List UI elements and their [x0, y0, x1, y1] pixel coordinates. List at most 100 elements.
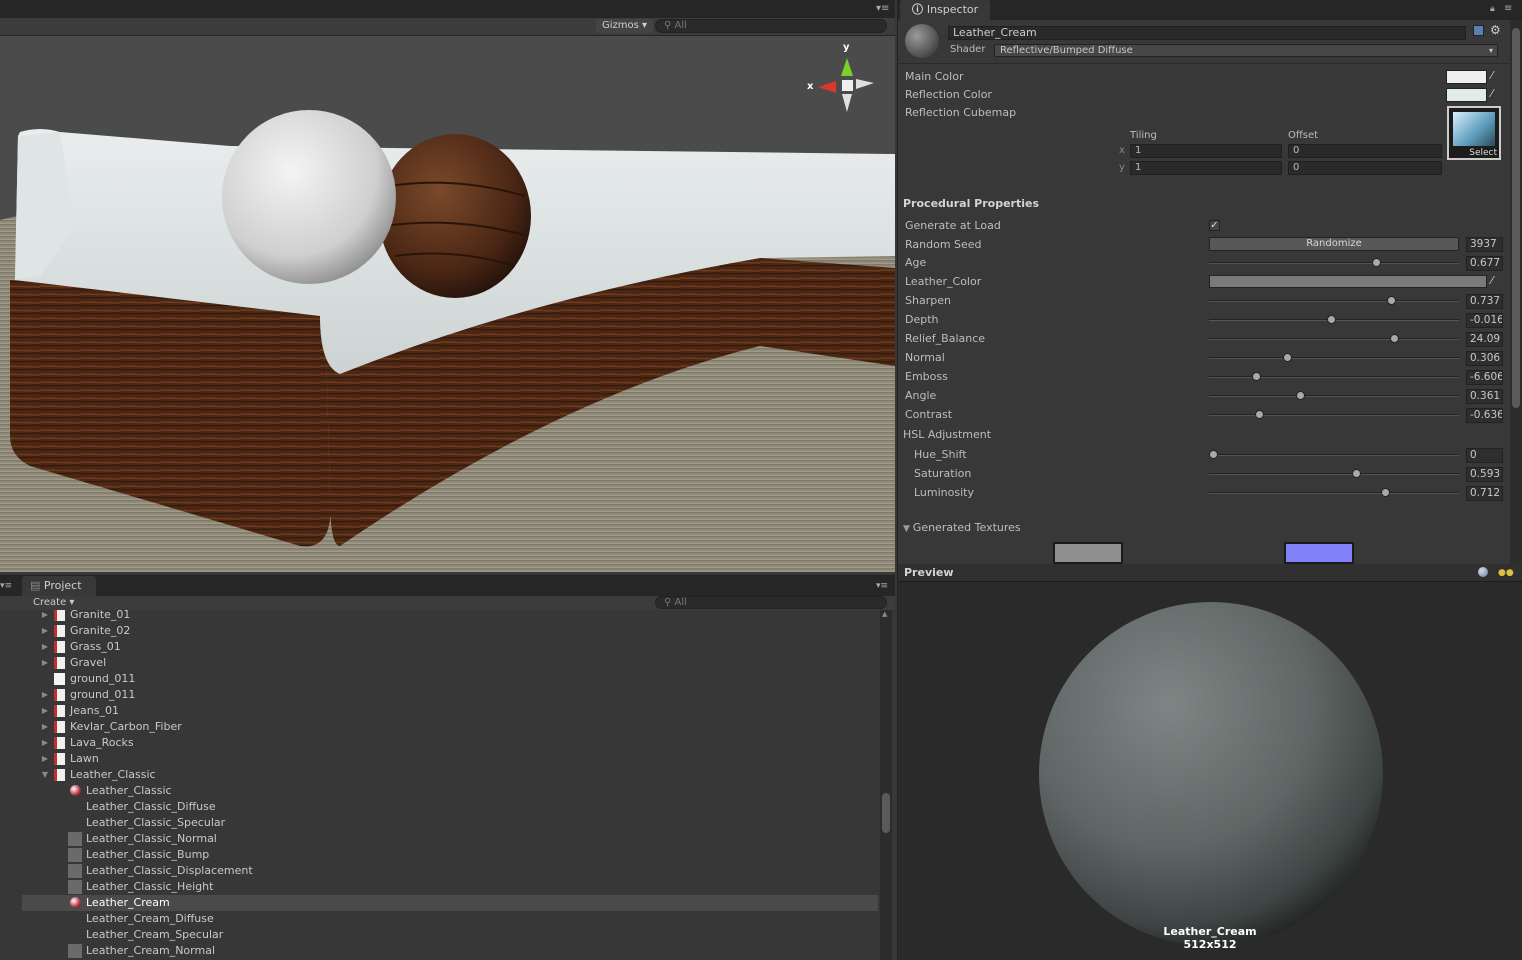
hsl-slider-thumb[interactable] [1209, 450, 1218, 459]
leather-color-swatch[interactable] [1209, 275, 1487, 288]
light-icon[interactable]: ●● [1498, 568, 1514, 578]
inspector-scrollbar[interactable] [1510, 20, 1522, 564]
cubemap-slot[interactable]: Select [1447, 106, 1501, 160]
hsl-value-field[interactable]: 0.712 [1466, 486, 1503, 501]
hsl-slider-track[interactable] [1209, 454, 1459, 456]
procedural-slider-thumb[interactable] [1372, 258, 1382, 267]
procedural-slider-thumb[interactable] [1386, 296, 1396, 305]
list-item[interactable]: ▶ Lawn [22, 751, 878, 767]
hsl-value-field[interactable]: 0.593 [1466, 467, 1503, 482]
procedural-slider-thumb[interactable] [1254, 410, 1264, 419]
tab-inspector[interactable]: ⓘ Inspector [900, 0, 991, 20]
scrollbar-thumb[interactable] [1512, 28, 1520, 408]
shader-dropdown[interactable]: Reflective/Bumped Diffuse ▾ [994, 44, 1498, 57]
sphere-icon[interactable] [1478, 567, 1488, 577]
help-icon[interactable] [1473, 25, 1484, 36]
hsl-slider-track[interactable] [1209, 473, 1459, 475]
panel-menu-icon[interactable]: ▾≡ [876, 581, 888, 591]
offset-y-field[interactable]: 0 [1288, 161, 1442, 175]
hsl-slider-thumb[interactable] [1351, 469, 1361, 478]
expand-arrow-icon[interactable]: ▶ [40, 639, 50, 655]
expand-arrow-icon[interactable]: ▶ [40, 687, 50, 703]
list-item[interactable]: ▶ Grass_01 [22, 639, 878, 655]
panel-menu-icon[interactable]: ▾≡ [0, 581, 12, 591]
offset-x-field[interactable]: 0 [1288, 144, 1442, 158]
eyedropper-icon[interactable]: ⁄ [1491, 274, 1493, 287]
procedural-slider-thumb[interactable] [1327, 315, 1337, 324]
project-search-input[interactable]: ⚲ All [655, 596, 887, 609]
generated-normal-thumbnail[interactable] [1284, 542, 1354, 564]
expand-arrow-icon[interactable]: ▶ [40, 610, 50, 623]
procedural-slider-track[interactable] [1209, 300, 1459, 302]
procedural-slider-track[interactable] [1209, 414, 1459, 416]
tab-project[interactable]: ▤ Project [22, 576, 96, 596]
list-item[interactable]: Leather_Classic_Displacement [22, 863, 878, 879]
preview-sphere[interactable] [898, 582, 1522, 960]
create-button[interactable]: Create ▾ [33, 597, 74, 608]
procedural-slider-thumb[interactable] [1282, 353, 1292, 362]
list-item[interactable]: Leather_Cream [22, 895, 878, 911]
list-item[interactable]: Leather_Classic_Diffuse [22, 799, 878, 815]
material-name-field[interactable]: Leather_Cream [948, 26, 1466, 40]
list-item[interactable]: ▶ Granite_02 [22, 623, 878, 639]
hsl-slider-thumb[interactable] [1380, 488, 1390, 497]
procedural-value-field[interactable]: -0.636 [1466, 408, 1503, 423]
panel-menu-icon[interactable]: ▾≡ [876, 3, 889, 14]
scene-viewport[interactable] [0, 36, 895, 572]
lock-icon[interactable]: 🔒︎ [1490, 4, 1495, 14]
list-item[interactable]: ▶ Kevlar_Carbon_Fiber [22, 719, 878, 735]
procedural-slider-thumb[interactable] [1296, 391, 1305, 400]
procedural-slider-track[interactable] [1209, 357, 1459, 359]
expand-arrow-icon[interactable]: ▶ [40, 735, 50, 751]
list-item[interactable]: ▶ Granite_01 [22, 610, 878, 623]
eyedropper-icon[interactable]: ⁄ [1491, 87, 1493, 100]
randomize-button[interactable]: Randomize [1209, 237, 1459, 251]
expand-arrow-icon[interactable]: ▶ [40, 655, 50, 671]
generated-diffuse-thumbnail[interactable] [1053, 542, 1123, 564]
list-item[interactable]: Leather_Cream_Specular [22, 927, 878, 943]
select-button[interactable]: Select [1469, 148, 1497, 158]
list-item[interactable]: ▼ Leather_Classic [22, 767, 878, 783]
procedural-value-field[interactable]: 0.361 [1466, 389, 1503, 404]
procedural-value-field[interactable]: 0.737 [1466, 294, 1503, 309]
list-item[interactable]: ▶ Lava_Rocks [22, 735, 878, 751]
procedural-slider-track[interactable] [1209, 338, 1459, 340]
eyedropper-icon[interactable]: ⁄ [1491, 69, 1493, 82]
expand-arrow-icon[interactable]: ▼ [40, 767, 50, 783]
reflection-color-swatch[interactable] [1446, 88, 1487, 102]
list-item[interactable]: Leather_Cream_Diffuse [22, 911, 878, 927]
list-item[interactable]: Leather_Classic [22, 783, 878, 799]
expand-arrow-icon[interactable]: ▶ [40, 719, 50, 735]
tiling-y-field[interactable]: 1 [1130, 161, 1282, 175]
procedural-slider-track[interactable] [1209, 395, 1459, 397]
list-item[interactable]: Leather_Classic_Bump [22, 847, 878, 863]
generate-at-load-checkbox[interactable]: ✓ [1209, 220, 1220, 231]
expand-arrow-icon[interactable]: ▶ [40, 751, 50, 767]
expand-arrow-icon[interactable]: ▶ [40, 703, 50, 719]
procedural-value-field[interactable]: -0.016 [1466, 313, 1503, 328]
procedural-value-field[interactable]: 0.306 [1466, 351, 1503, 366]
gizmos-button[interactable]: Gizmos ▾ [596, 19, 654, 33]
expand-arrow-icon[interactable]: ▶ [40, 623, 50, 639]
main-color-swatch[interactable] [1446, 70, 1487, 84]
project-scrollbar[interactable]: ▲ [880, 610, 892, 960]
random-seed-field[interactable]: 3937 [1466, 237, 1503, 252]
hsl-value-field[interactable]: 0 [1466, 448, 1503, 463]
procedural-slider-track[interactable] [1209, 262, 1459, 264]
generated-textures-toggle[interactable]: ▼ Generated Textures [903, 520, 1021, 537]
list-item[interactable]: Leather_Classic_Normal [22, 831, 878, 847]
procedural-value-field[interactable]: 24.09 [1466, 332, 1503, 347]
hsl-slider-track[interactable] [1209, 492, 1459, 494]
list-item[interactable]: ground_011 [22, 671, 878, 687]
list-item[interactable]: Leather_Classic_Specular [22, 815, 878, 831]
scene-search-input[interactable]: ⚲ All [655, 19, 887, 33]
tiling-x-field[interactable]: 1 [1130, 144, 1282, 158]
procedural-value-field[interactable]: 0.677 [1466, 256, 1503, 271]
panel-menu-icon[interactable]: ≡ [1504, 3, 1512, 14]
procedural-slider-thumb[interactable] [1389, 334, 1399, 343]
list-item[interactable]: Leather_Cream_Normal [22, 943, 878, 959]
scroll-up-icon[interactable]: ▲ [882, 610, 887, 618]
scrollbar-thumb[interactable] [882, 793, 890, 833]
list-item[interactable]: Leather_Classic_Height [22, 879, 878, 895]
gear-icon[interactable]: ⚙ [1490, 23, 1501, 37]
